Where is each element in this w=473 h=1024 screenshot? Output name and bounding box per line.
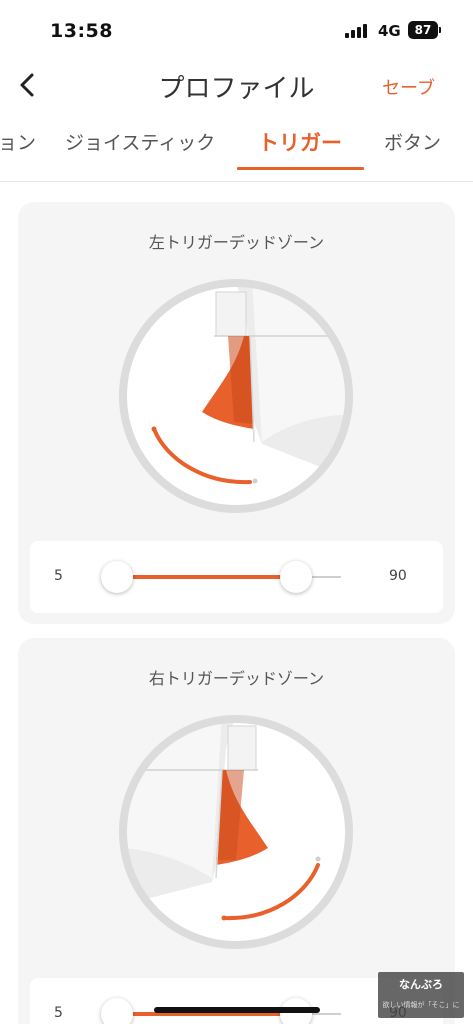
watermark-subtitle: 欲しい情報が「そこ」に (382, 1001, 460, 1009)
active-tab-indicator (237, 167, 364, 170)
right-trigger-card: 右トリガーデッドゾーン 5 90 (18, 638, 455, 1024)
network-type: 4G (378, 22, 401, 40)
slider-min-value: 5 (54, 1005, 63, 1021)
tab-bar: ョン ジョイスティック トリガー ボタン (0, 118, 473, 182)
arc-end-dot (252, 478, 258, 484)
watermark-logo: なんぶろ 欲しい情報が「そこ」に (378, 972, 464, 1018)
status-bar: 13:58 4G 87 (0, 0, 473, 60)
left-trigger-card: 左トリガーデッドゾーン 5 90 (18, 202, 455, 624)
tab-buttons[interactable]: ボタン (384, 128, 441, 155)
slider-max-value: 90 (389, 568, 407, 584)
cellular-signal-icon (345, 24, 371, 38)
save-button[interactable]: セーブ (382, 74, 435, 100)
tab-button-partial[interactable]: ョン (0, 128, 36, 155)
battery-icon: 87 (408, 21, 438, 39)
slider-min-handle[interactable] (100, 561, 133, 593)
arc-end-dot (221, 915, 227, 921)
watermark-title: なんぶろ (399, 978, 443, 991)
left-deadzone-slider: 5 90 (30, 541, 443, 613)
tab-joystick[interactable]: ジョイスティック (65, 128, 215, 155)
right-trigger-title: 右トリガーデッドゾーン (148, 669, 325, 688)
nav-bar: プロファイル セーブ (0, 60, 473, 110)
left-trigger-title: 左トリガーデッドゾーン (148, 233, 325, 252)
slider-max-handle[interactable] (279, 561, 312, 593)
left-trigger-dial (119, 279, 353, 513)
battery-tip (439, 27, 441, 33)
arc-start-dot (315, 856, 321, 862)
status-time: 13:58 (50, 20, 113, 42)
slider-min-handle[interactable] (100, 998, 133, 1024)
slider-min-value: 5 (54, 568, 63, 584)
tab-trigger[interactable]: トリガー (258, 127, 342, 157)
arc-start-dot (151, 426, 157, 432)
right-trigger-dial (119, 715, 353, 949)
slider-range-fill (116, 575, 296, 579)
home-indicator[interactable] (154, 1007, 320, 1013)
